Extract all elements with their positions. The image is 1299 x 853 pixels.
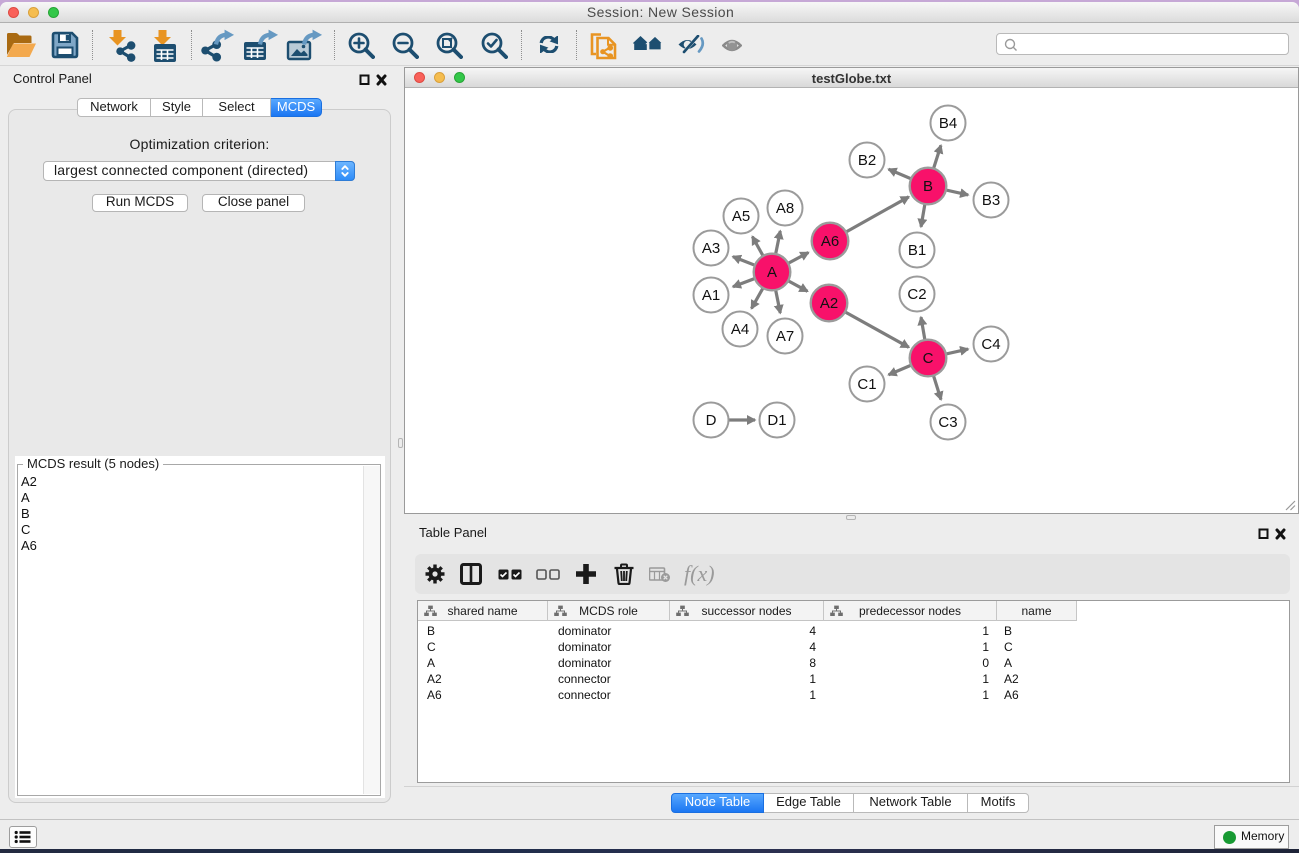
svg-text:C1: C1 [857, 376, 876, 393]
svg-text:A7: A7 [776, 328, 794, 345]
svg-text:B4: B4 [939, 115, 957, 132]
svg-text:D1: D1 [767, 412, 786, 429]
svg-text:A4: A4 [731, 321, 749, 338]
svg-text:A1: A1 [702, 287, 720, 304]
svg-text:B3: B3 [982, 192, 1000, 209]
svg-text:A: A [767, 264, 777, 281]
svg-text:B: B [923, 178, 933, 195]
svg-text:A8: A8 [776, 200, 794, 217]
svg-text:A2: A2 [820, 295, 838, 312]
svg-text:B1: B1 [908, 242, 926, 259]
svg-text:C3: C3 [938, 414, 957, 431]
svg-text:B2: B2 [858, 152, 876, 169]
svg-text:C2: C2 [907, 286, 926, 303]
svg-text:A6: A6 [821, 233, 839, 250]
svg-text:C: C [923, 350, 934, 367]
svg-text:C4: C4 [981, 336, 1000, 353]
svg-text:D: D [706, 412, 717, 429]
svg-text:A5: A5 [732, 208, 750, 225]
svg-text:A3: A3 [702, 240, 720, 257]
